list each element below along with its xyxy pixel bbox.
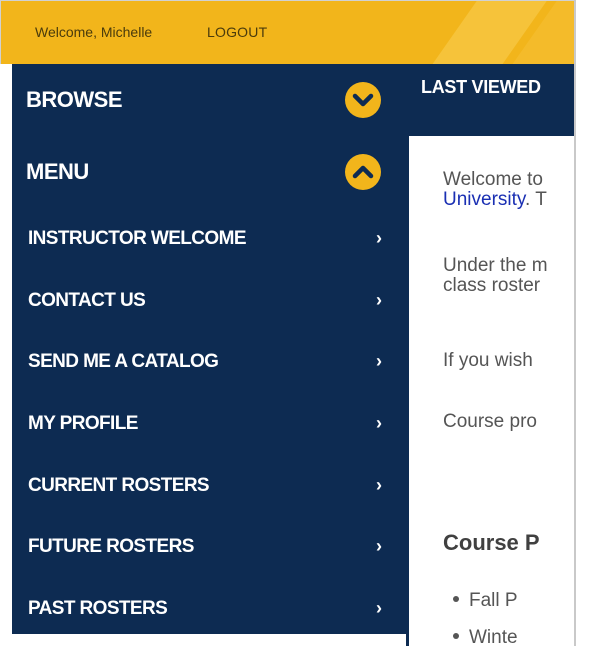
scrollbar-gutter[interactable] (574, 0, 589, 646)
paragraph-text: class roster (443, 275, 541, 296)
menu-item-label: CURRENT ROSTERS (28, 474, 210, 496)
sidebar: BROWSE MENU INSTRUCTOR WELCOME › CONTACT (12, 64, 406, 634)
chevron-right-icon: › (376, 228, 382, 248)
chevron-right-icon: › (376, 413, 382, 434)
list-item-text: Fall P (469, 590, 518, 611)
menu-item-instructor-welcome[interactable]: INSTRUCTOR WELCOME › (12, 208, 406, 270)
menu-item-label: INSTRUCTOR WELCOME (28, 228, 247, 249)
logout-link[interactable]: LOGOUT (207, 24, 267, 40)
browse-label: BROWSE (26, 87, 123, 112)
paragraph-text: Welcome to (443, 169, 543, 190)
menu-label: MENU (26, 159, 89, 184)
wish-paragraph: If you wish (443, 351, 533, 371)
welcome-text: Welcome, Michelle (35, 24, 153, 40)
chevron-right-icon: › (376, 598, 382, 619)
app-frame: Welcome, Michelle LOGOUT BROWSE MENU INS… (0, 0, 589, 646)
menu-item-future-rosters[interactable]: FUTURE ROSTERS › (12, 516, 406, 578)
menu-list: INSTRUCTOR WELCOME › CONTACT US › SEND M… (12, 208, 406, 640)
bullet-icon (453, 632, 459, 639)
chevron-right-icon: › (376, 351, 382, 372)
main-content: LAST VIEWED Welcome to University. T Und… (406, 64, 574, 646)
menu-item-send-me-a-catalog[interactable]: SEND ME A CATALOG › (12, 331, 406, 393)
content-border (406, 136, 409, 646)
list-item[interactable]: Winte (453, 627, 518, 646)
chevron-down-circle-icon[interactable] (345, 82, 381, 118)
paragraph-text: Course pro (443, 411, 537, 432)
course-paragraph: Course pro (443, 412, 537, 432)
bullet-icon (453, 595, 459, 602)
university-link[interactable]: University (443, 189, 525, 210)
browse-header[interactable]: BROWSE (12, 64, 406, 136)
menu-item-past-rosters[interactable]: PAST ROSTERS › (12, 578, 406, 640)
chevron-up-circle-icon[interactable] (345, 154, 381, 190)
list-item-text: Winte (469, 627, 518, 646)
instructions-paragraph: Under the m class roster (443, 256, 548, 296)
menu-item-label: SEND ME A CATALOG (28, 351, 219, 373)
last-viewed-bar: LAST VIEWED (406, 64, 574, 136)
chevron-right-icon: › (376, 474, 382, 495)
menu-item-contact-us[interactable]: CONTACT US › (12, 270, 406, 332)
paragraph-text: Under the m (443, 255, 548, 276)
menu-item-current-rosters[interactable]: CURRENT ROSTERS › (12, 455, 406, 517)
section-heading: Course P (443, 530, 540, 555)
menu-header[interactable]: MENU (12, 136, 406, 208)
chevron-right-icon: › (376, 536, 382, 557)
menu-item-label: FUTURE ROSTERS (28, 536, 194, 558)
chevron-right-icon: › (376, 289, 382, 310)
paragraph-text: . T (525, 189, 547, 210)
list-item[interactable]: Fall P (453, 590, 518, 612)
menu-item-label: PAST ROSTERS (28, 598, 168, 620)
menu-item-label: CONTACT US (28, 289, 146, 311)
last-viewed-label: LAST VIEWED (421, 77, 541, 97)
menu-item-my-profile[interactable]: MY PROFILE › (12, 393, 406, 455)
welcome-paragraph: Welcome to University. T (443, 170, 547, 210)
top-bar: Welcome, Michelle LOGOUT (0, 0, 589, 64)
paragraph-text: If you wish (443, 350, 533, 371)
menu-item-label: MY PROFILE (28, 413, 138, 435)
